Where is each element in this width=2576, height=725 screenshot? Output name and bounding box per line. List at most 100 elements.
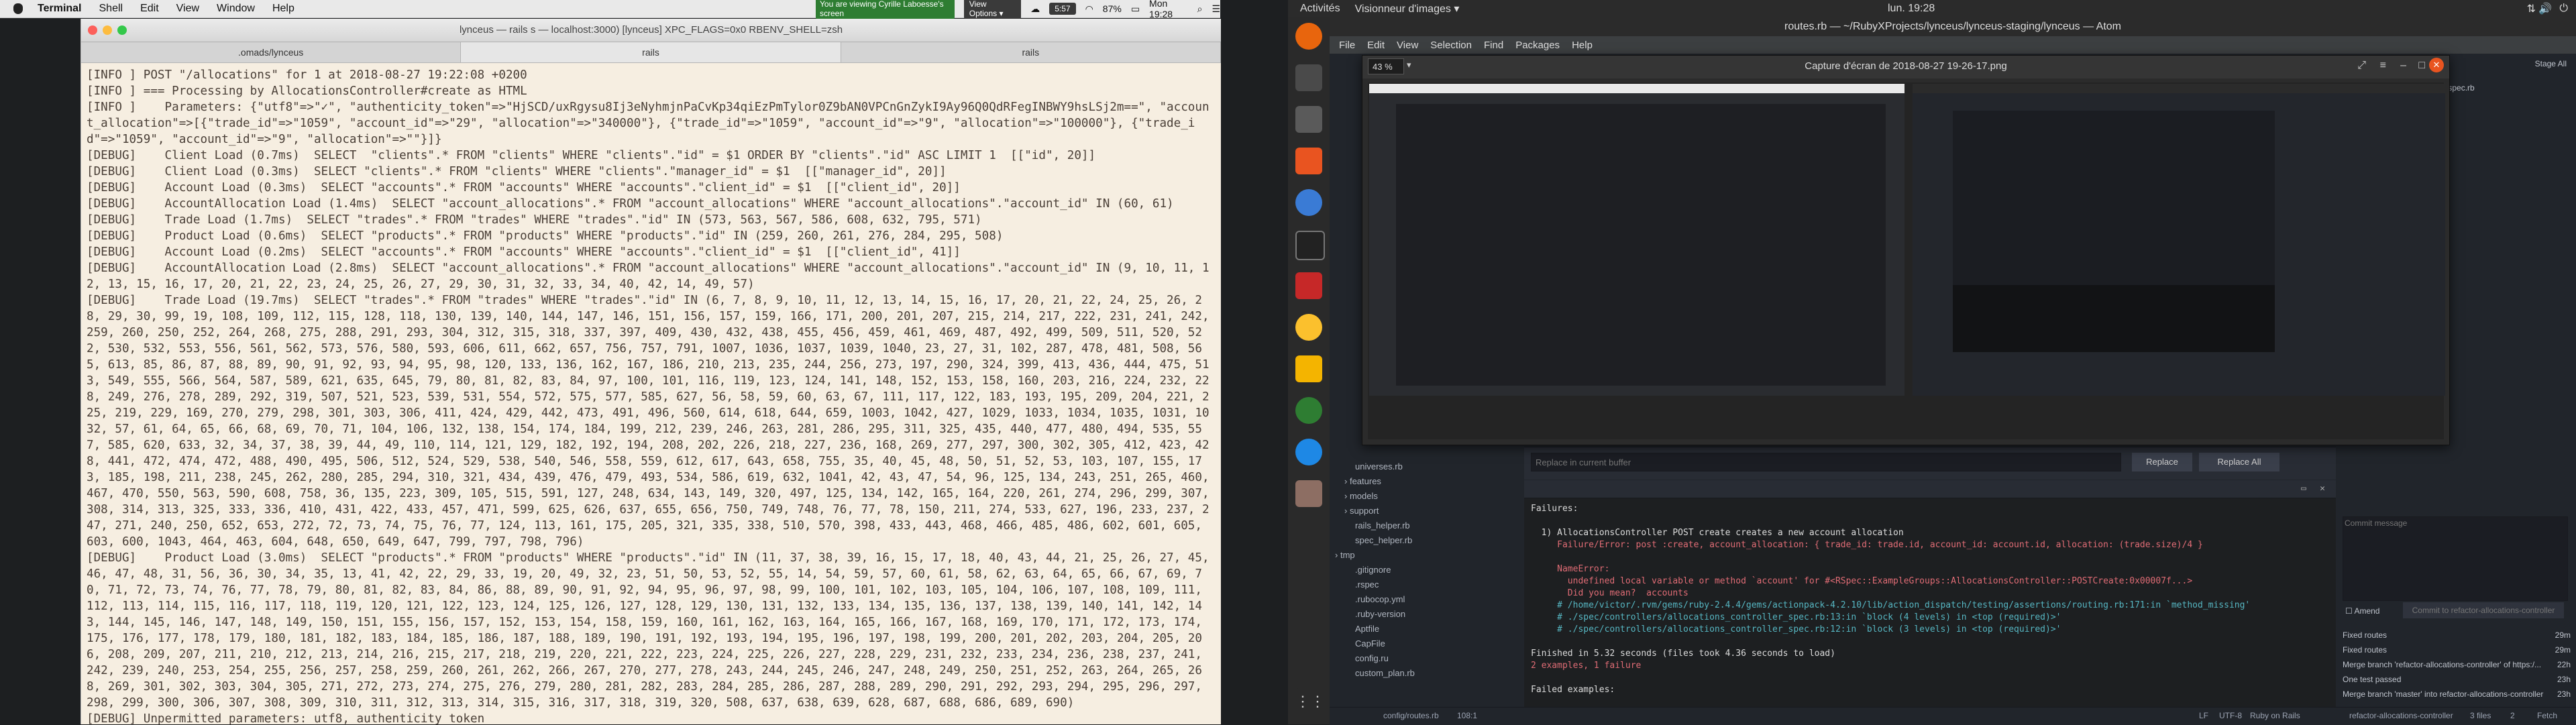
topbar-clock[interactable]: lun. 19:28 [1888, 3, 1935, 15]
atom-menu-find[interactable]: Find [1484, 40, 1503, 51]
minimize-icon[interactable]: – [2400, 60, 2406, 72]
atom-menu-file[interactable]: File [1339, 40, 1355, 51]
search-icon[interactable]: ⌕ [1197, 3, 1203, 15]
show-apps-icon[interactable]: ⋮⋮ [1295, 688, 1325, 715]
battery-percent[interactable]: 87% [1103, 3, 1122, 14]
volume-icon[interactable]: 🔊 [2538, 2, 2552, 15]
app-menu[interactable]: Visionneur d'images ▾ [1355, 2, 1460, 15]
maximize-icon[interactable]: □ [2418, 60, 2425, 72]
console-line: Failures: [1531, 504, 1578, 514]
screenshot-canvas [1368, 82, 2445, 439]
replace-button[interactable]: Replace [2132, 453, 2192, 471]
commit-row[interactable]: One test passed 23h [2343, 675, 2571, 689]
files-icon[interactable] [1295, 106, 1322, 133]
replace-all-button[interactable]: Replace All [2199, 453, 2279, 471]
image-viewer-icon[interactable] [1295, 480, 1322, 507]
menu-icon[interactable]: ≡ [2380, 60, 2386, 72]
help-icon[interactable] [1295, 189, 1322, 216]
software-center-icon[interactable] [1295, 148, 1322, 174]
commit-row[interactable]: Merge branch 'refactor-allocations-contr… [2343, 660, 2571, 675]
atom-menu-view[interactable]: View [1397, 40, 1418, 51]
replace-input[interactable] [1531, 453, 2121, 471]
atom-menu-edit[interactable]: Edit [1367, 40, 1385, 51]
menu-help[interactable]: Help [272, 3, 294, 15]
tree-item[interactable]: Aptfile [1355, 624, 1379, 634]
status-line-ending[interactable]: LF [2199, 711, 2208, 720]
network-icon[interactable]: ⇅ [2527, 2, 2536, 15]
commit-row[interactable]: Fixed routes 29m [2343, 630, 2571, 645]
console-line: Failed examples: [1531, 685, 1615, 695]
menu-edit[interactable]: Edit [140, 3, 159, 15]
menu-app-terminal[interactable]: Terminal [38, 3, 82, 15]
wifi-icon[interactable]: ◠ [1085, 3, 1093, 15]
console-line: # ./spec/controllers/allocations_control… [1531, 612, 2061, 622]
tree-item[interactable]: › features [1344, 476, 1381, 486]
cloud-icon[interactable]: ☁ [1030, 3, 1040, 15]
tree-item[interactable]: › models [1344, 491, 1378, 501]
menu-list-icon[interactable]: ☰ [1212, 3, 1220, 15]
tree-item[interactable]: .ruby-version [1355, 609, 1405, 619]
chrome-icon[interactable] [1295, 314, 1322, 341]
tree-item[interactable]: universes.rb [1355, 461, 1403, 471]
battery-icon[interactable]: ▭ [1131, 3, 1140, 15]
fullscreen-icon[interactable]: ⤢ [2357, 60, 2366, 72]
tree-item[interactable]: .gitignore [1355, 565, 1391, 575]
tree-item[interactable]: › support [1344, 506, 1379, 516]
amend-checkbox[interactable]: ☐ Amend [2345, 606, 2379, 616]
terminal-window: lynceus — rails s — localhost:3000) [lyn… [80, 19, 1221, 724]
atom-menu-selection[interactable]: Selection [1430, 40, 1472, 51]
terminal-line: [INFO ] Parameters: {"utf8"=>"✓", "authe… [87, 101, 1210, 146]
status-fetch[interactable]: Fetch [2537, 711, 2557, 720]
tree-item[interactable]: .rspec [1355, 579, 1379, 590]
screenshot-icon[interactable] [1295, 272, 1322, 299]
menubar-clock[interactable]: Mon 19:28 [1149, 0, 1188, 19]
mac-menubar: Terminal Shell Edit View Window Help You… [0, 0, 1220, 19]
power-icon[interactable]: ⏻ [2559, 3, 2568, 15]
tree-item[interactable]: CapFile [1355, 638, 1385, 649]
tree-item[interactable]: custom_plan.rb [1355, 668, 1415, 678]
tree-item[interactable]: .rubocop.yml [1355, 594, 1405, 604]
commit-message-input[interactable] [2343, 516, 2568, 601]
status-grammar[interactable]: Ruby on Rails [2250, 711, 2300, 720]
maximize-icon[interactable]: ▭ [2301, 483, 2306, 495]
screen-share-notice: You are viewing Cyrille Laboesse's scree… [816, 0, 955, 19]
atom-menu-help[interactable]: Help [1572, 40, 1593, 51]
terminal-icon[interactable] [1295, 231, 1325, 260]
terminal-tab[interactable]: rails [841, 42, 1221, 62]
commit-button[interactable]: Commit to refactor-allocations-controlle… [2403, 602, 2564, 618]
zoom-icon[interactable] [1295, 439, 1322, 465]
terminal-output[interactable]: [INFO ] POST "/allocations" for 1 at 201… [81, 63, 1221, 724]
activities-button[interactable]: Activités [1300, 3, 1340, 15]
atom-menu-packages[interactable]: Packages [1515, 40, 1560, 51]
apple-logo-icon[interactable] [13, 3, 23, 14]
terminal-tab[interactable]: rails [461, 42, 841, 62]
close-icon[interactable]: ✕ [2320, 483, 2325, 495]
tree-item[interactable]: spec_helper.rb [1355, 535, 1412, 545]
tree-item[interactable]: › tmp [1335, 550, 1355, 560]
firefox-icon[interactable] [1295, 23, 1322, 50]
image-viewer-window: 43 % ▾ Capture d'écran de 2018-08-27 19-… [1362, 55, 2450, 445]
tree-item[interactable]: config.ru [1355, 653, 1389, 663]
status-branch[interactable]: refactor-allocations-controller [2349, 711, 2453, 720]
status-count[interactable]: 2 [2510, 711, 2515, 720]
status-encoding[interactable]: UTF-8 [2219, 711, 2242, 720]
status-files[interactable]: 3 files [2470, 711, 2491, 720]
view-options-button[interactable]: View Options ▾ [963, 0, 1022, 19]
menu-view[interactable]: View [176, 3, 199, 15]
tree-item[interactable]: rails_helper.rb [1355, 520, 1410, 531]
atom-icon[interactable] [1295, 64, 1322, 91]
stage-all-button[interactable]: Stage All [2535, 59, 2567, 68]
slides-icon[interactable] [1295, 355, 1322, 382]
commit-row[interactable]: Merge branch 'master' into refactor-allo… [2343, 689, 2571, 704]
close-icon[interactable]: ✕ [2429, 58, 2444, 72]
menu-shell[interactable]: Shell [99, 3, 123, 15]
network-app-icon[interactable] [1295, 397, 1322, 424]
terminal-tab[interactable]: .omads/lynceus [81, 42, 462, 62]
menu-window[interactable]: Window [217, 3, 255, 15]
status-file-path[interactable]: config/routes.rb [1383, 711, 1439, 720]
status-cursor-pos[interactable]: 108:1 [1457, 711, 1477, 720]
console-output[interactable]: Failures: 1) AllocationsController POST … [1531, 503, 2329, 696]
commit-row[interactable]: Fixed routes 29m [2343, 645, 2571, 660]
